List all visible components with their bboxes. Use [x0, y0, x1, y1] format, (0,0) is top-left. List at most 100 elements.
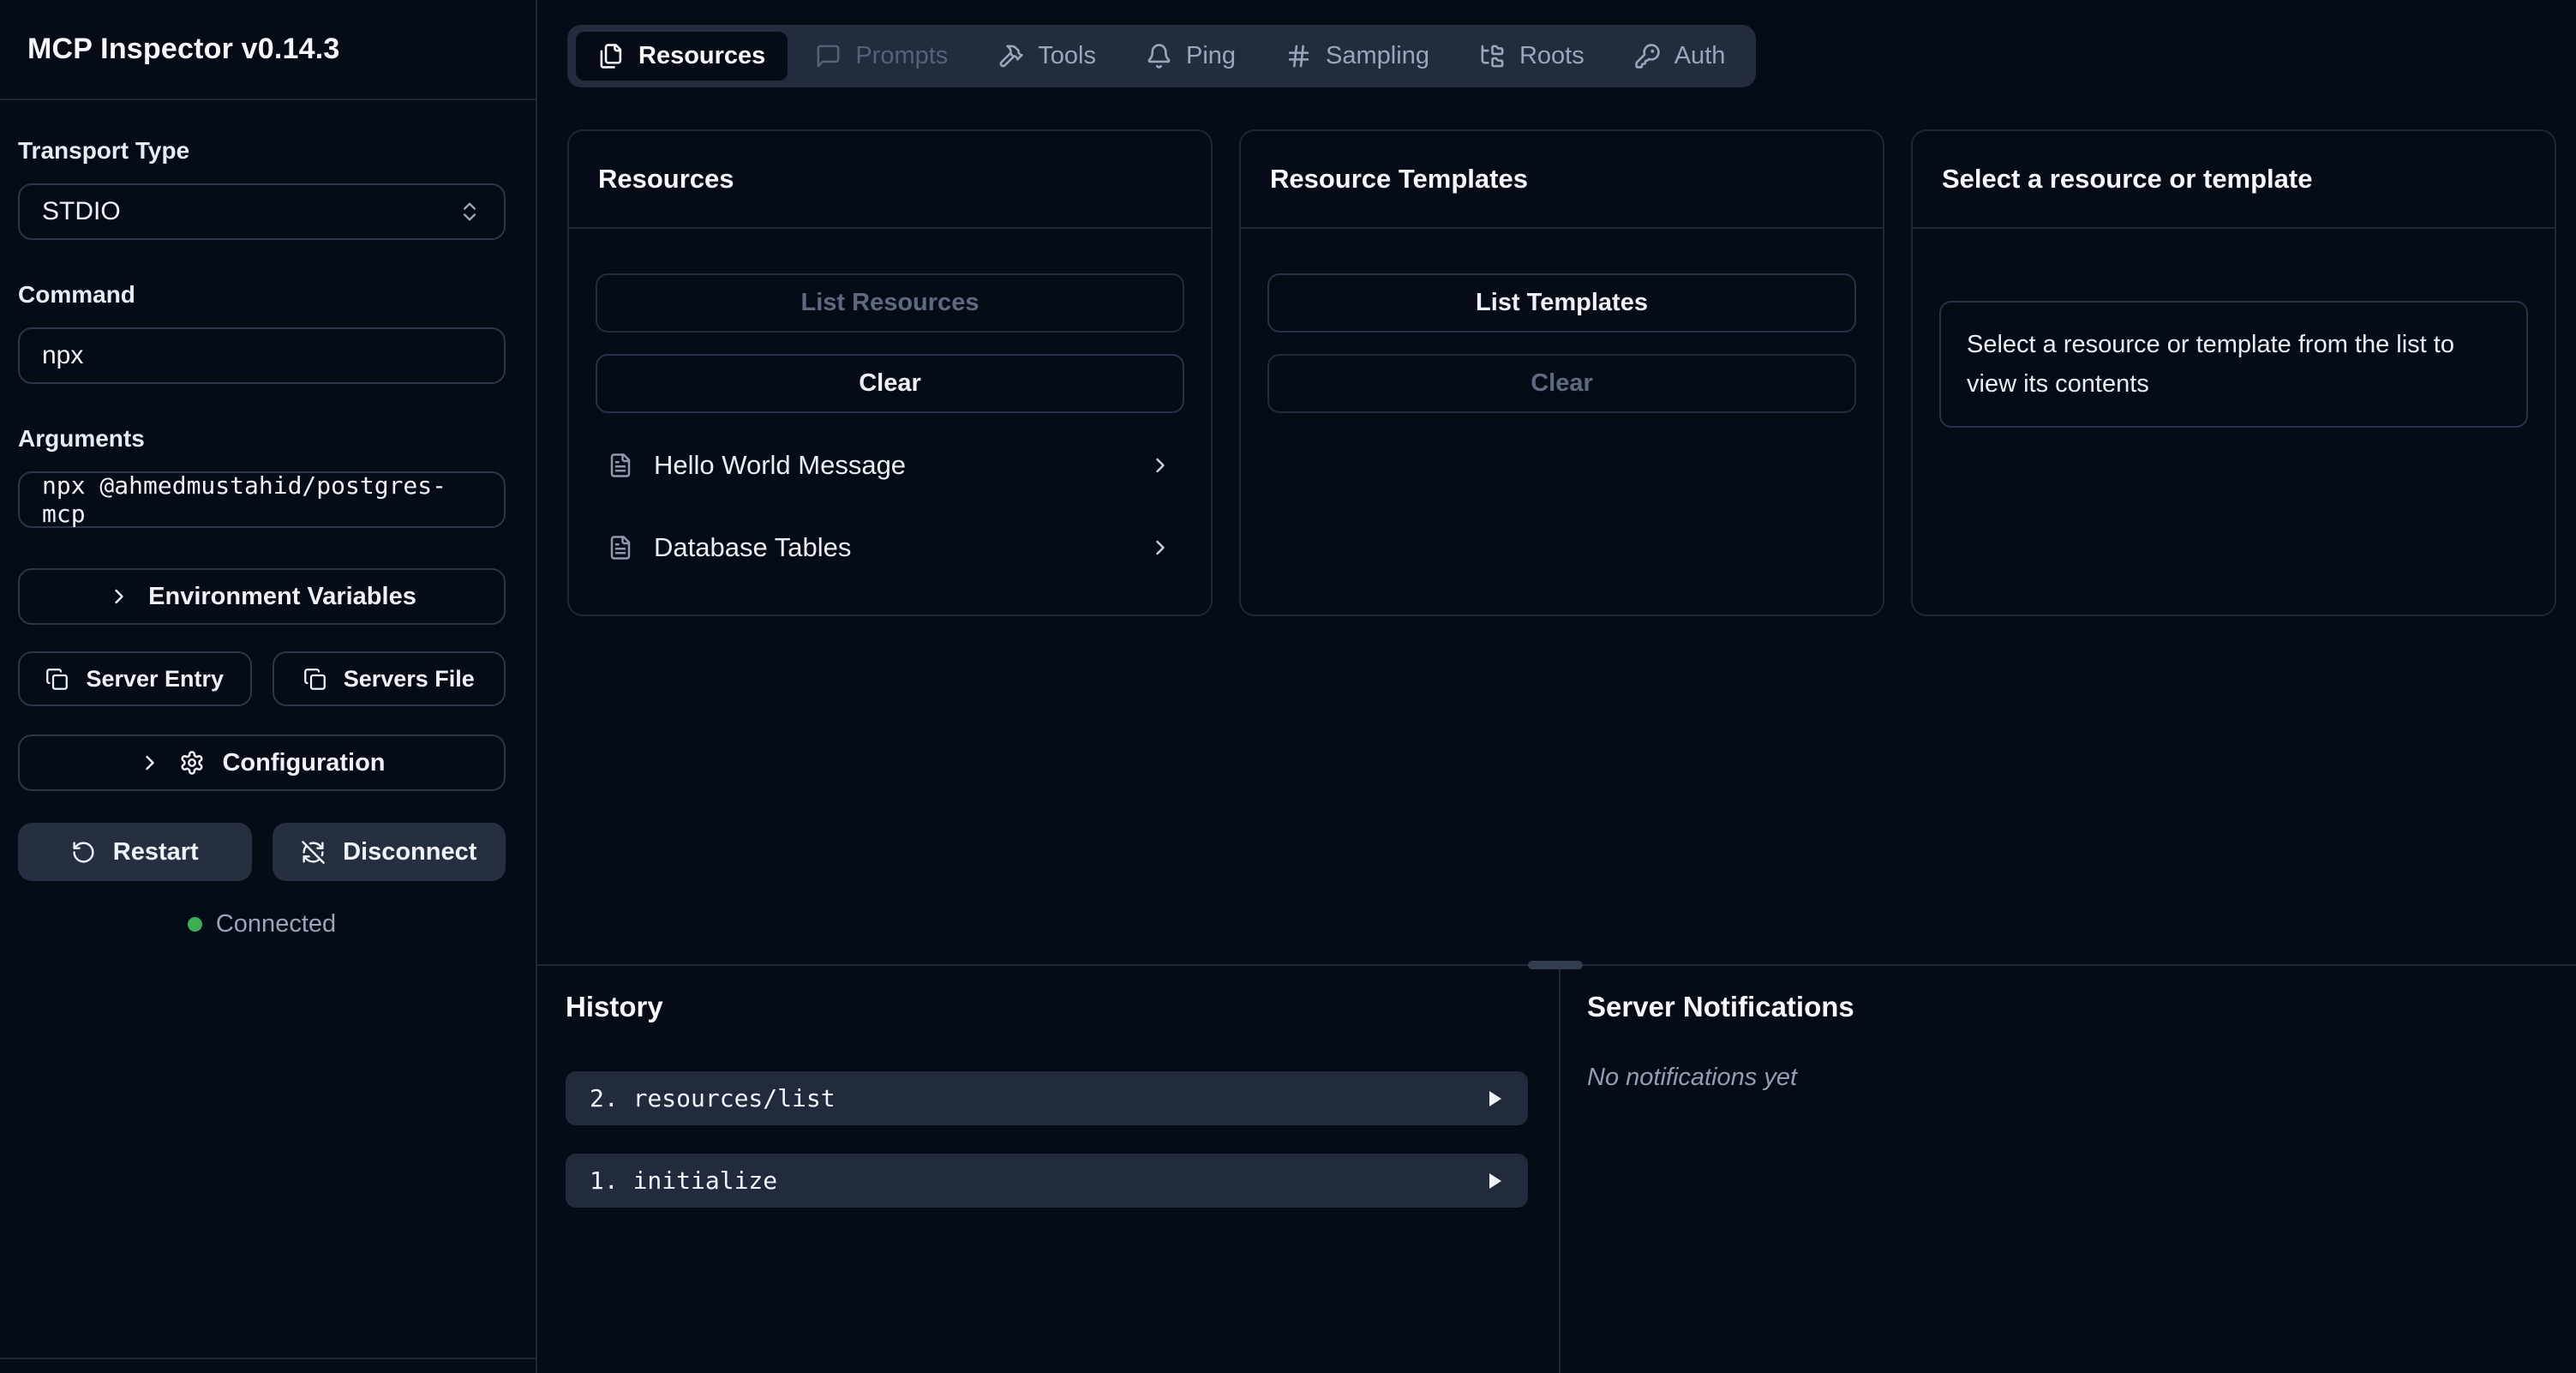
no-notifications-text: No notifications yet [1587, 1064, 2576, 1092]
tab-tools-label: Tools [1038, 42, 1096, 70]
command-label: Command [18, 280, 506, 309]
tab-ping[interactable]: Ping [1123, 32, 1258, 81]
resource-item-hello-world[interactable]: Hello World Message [596, 439, 1184, 492]
resources-list: Hello World Message Database Tables [596, 439, 1184, 574]
sidebar-header: MCP Inspector v0.14.3 [0, 0, 536, 100]
gear-icon [179, 750, 205, 776]
refresh-off-icon [301, 840, 326, 865]
resource-templates-panel-body: List Templates Clear [1241, 229, 1883, 413]
command-value: npx [42, 341, 482, 370]
resources-panel-title: Resources [598, 164, 734, 195]
chevron-right-icon [1148, 453, 1172, 477]
main-area: Resources Prompts Tools [537, 0, 2576, 1373]
resource-item-label: Hello World Message [654, 450, 1128, 481]
sidebar-bottom-divider [0, 1358, 536, 1359]
file-text-icon [608, 453, 633, 478]
disconnect-label: Disconnect [343, 838, 476, 866]
tab-ping-label: Ping [1186, 42, 1236, 70]
connection-status: Connected [18, 910, 506, 938]
resource-templates-panel-header: Resource Templates [1241, 131, 1883, 229]
servers-file-button[interactable]: Servers File [273, 651, 506, 706]
resource-detail-panel: Select a resource or template Select a r… [1911, 129, 2556, 616]
clear-templates-button[interactable]: Clear [1267, 354, 1856, 413]
mcp-inspector-app: MCP Inspector v0.14.3 Transport Type STD… [0, 0, 2576, 1373]
hammer-icon [997, 43, 1024, 69]
copy-icon [45, 668, 69, 691]
copy-icon [303, 668, 326, 691]
history-entry-label: 1. initialize [590, 1166, 1483, 1195]
transport-type-value: STDIO [42, 197, 458, 226]
connection-actions-row: Restart Disconnect [18, 823, 506, 881]
top-pane: Resources Prompts Tools [537, 0, 2576, 964]
tab-bar: Resources Prompts Tools [567, 25, 1756, 87]
arguments-field: Arguments npx @ahmedmustahid/postgres-mc… [18, 424, 506, 528]
restart-label: Restart [113, 838, 199, 866]
expand-play-icon [1483, 1171, 1504, 1191]
chevron-right-icon [138, 751, 162, 775]
server-buttons-row: Server Entry Servers File [18, 651, 506, 706]
resource-templates-panel-title: Resource Templates [1270, 164, 1528, 195]
environment-variables-button[interactable]: Environment Variables [18, 568, 506, 625]
bottom-pane: History 2. resources/list 1. initialize … [537, 964, 2576, 1373]
history-entry-label: 2. resources/list [590, 1084, 1483, 1112]
tab-roots[interactable]: Roots [1457, 32, 1607, 81]
command-input[interactable]: npx [18, 327, 506, 384]
tab-auth[interactable]: Auth [1612, 32, 1748, 81]
sidebar: MCP Inspector v0.14.3 Transport Type STD… [0, 0, 537, 1373]
chevrons-up-down-icon [458, 200, 482, 224]
chevron-right-icon [1148, 536, 1172, 560]
arguments-input[interactable]: npx @ahmedmustahid/postgres-mcp [18, 471, 506, 528]
clear-resources-button[interactable]: Clear [596, 354, 1184, 413]
tab-sampling[interactable]: Sampling [1263, 32, 1452, 81]
selection-placeholder: Select a resource or template from the l… [1939, 301, 2528, 428]
resource-detail-panel-header: Select a resource or template [1913, 131, 2555, 229]
split-drag-handle[interactable] [1528, 961, 1583, 969]
list-templates-button[interactable]: List Templates [1267, 273, 1856, 333]
history-entry[interactable]: 2. resources/list [566, 1071, 1528, 1125]
resources-panel-header: Resources [569, 131, 1211, 229]
app-title: MCP Inspector v0.14.3 [27, 33, 340, 66]
tab-prompts[interactable]: Prompts [793, 32, 970, 81]
resources-panel: Resources List Resources Clear Hello Wor… [567, 129, 1213, 616]
status-text: Connected [216, 910, 336, 938]
expand-play-icon [1483, 1088, 1504, 1109]
server-notifications-title: Server Notifications [1587, 988, 2576, 1026]
transport-type-select[interactable]: STDIO [18, 183, 506, 240]
resource-detail-panel-body: Select a resource or template from the l… [1913, 229, 2555, 428]
bell-icon [1146, 43, 1172, 69]
resource-item-database-tables[interactable]: Database Tables [596, 521, 1184, 574]
sidebar-body: Transport Type STDIO Command npx Argumen… [0, 100, 536, 938]
folder-tree-icon [1479, 43, 1506, 69]
configuration-label: Configuration [222, 749, 385, 777]
resource-item-label: Database Tables [654, 532, 1128, 563]
files-icon [598, 43, 625, 69]
tab-resources-label: Resources [638, 42, 765, 70]
list-resources-button[interactable]: List Resources [596, 273, 1184, 333]
tab-tools[interactable]: Tools [975, 32, 1118, 81]
servers-file-label: Servers File [344, 666, 475, 692]
server-notifications-section: Server Notifications No notifications ye… [1561, 966, 2576, 1373]
transport-type-label: Transport Type [18, 136, 506, 165]
tab-roots-label: Roots [1519, 42, 1585, 70]
file-text-icon [608, 535, 633, 561]
history-title: History [566, 988, 1528, 1026]
arguments-value: npx @ahmedmustahid/postgres-mcp [42, 471, 482, 528]
resource-detail-panel-title: Select a resource or template [1942, 164, 2312, 195]
configuration-button[interactable]: Configuration [18, 734, 506, 791]
status-dot-icon [188, 917, 202, 932]
rotate-ccw-icon [71, 840, 96, 865]
tab-resources[interactable]: Resources [576, 32, 788, 81]
server-entry-button[interactable]: Server Entry [18, 651, 252, 706]
chevron-right-icon [107, 585, 131, 609]
restart-button[interactable]: Restart [18, 823, 252, 881]
arguments-label: Arguments [18, 424, 506, 453]
history-section: History 2. resources/list 1. initialize [537, 966, 1561, 1373]
server-entry-label: Server Entry [86, 666, 224, 692]
tab-sampling-label: Sampling [1326, 42, 1429, 70]
history-entry[interactable]: 1. initialize [566, 1154, 1528, 1208]
disconnect-button[interactable]: Disconnect [273, 823, 506, 881]
message-square-icon [815, 43, 842, 69]
tab-prompts-label: Prompts [855, 42, 948, 70]
hash-icon [1285, 43, 1312, 69]
environment-variables-label: Environment Variables [148, 583, 416, 611]
